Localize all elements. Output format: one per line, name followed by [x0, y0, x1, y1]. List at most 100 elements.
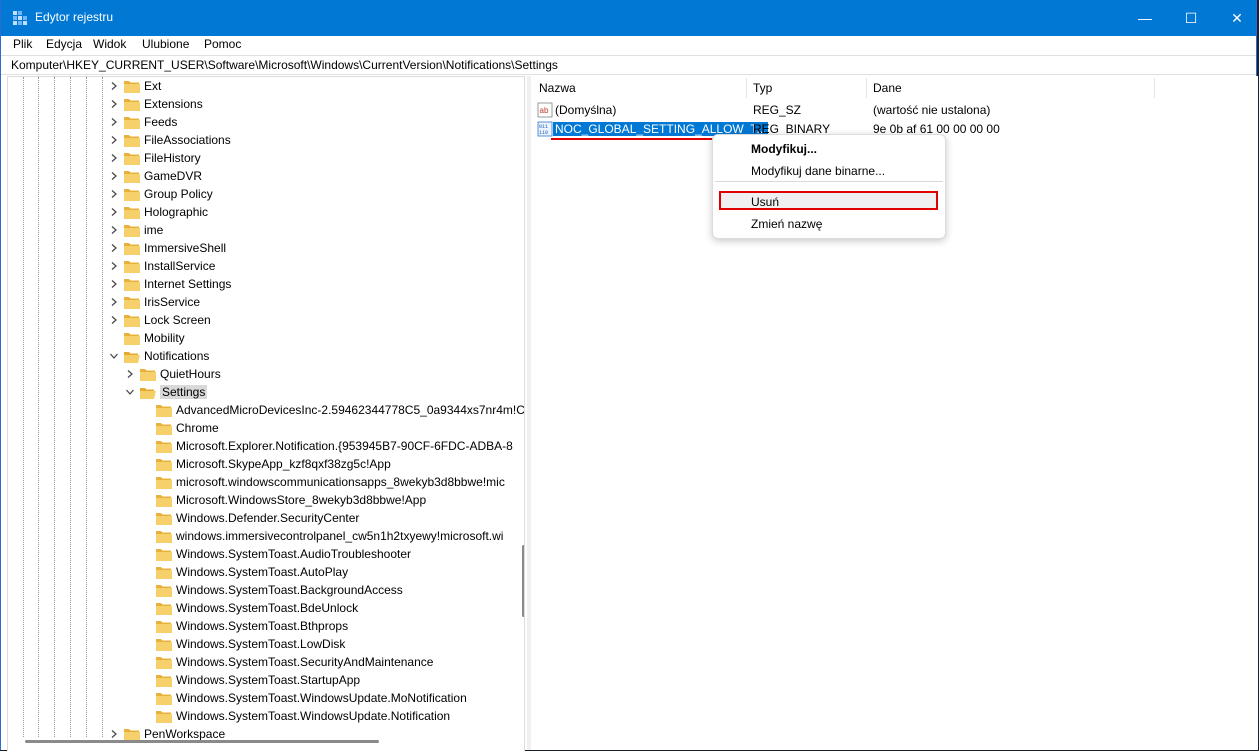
folder-icon — [156, 638, 172, 651]
tree-item[interactable]: Windows.SystemToast.AudioTroubleshooter — [140, 545, 411, 563]
value-row-default[interactable]: ab (Domyślna) REG_SZ (wartość nie ustalo… — [537, 101, 1137, 119]
column-divider[interactable] — [866, 78, 867, 98]
tree-item-label: Chrome — [176, 421, 219, 435]
tree-vertical-scrollbar[interactable] — [522, 545, 524, 617]
column-type[interactable]: Typ — [753, 81, 772, 95]
tree-item-label: Notifications — [144, 349, 210, 363]
tree-item[interactable]: Windows.SystemToast.Bthprops — [140, 617, 348, 635]
tree-item[interactable]: Lock Screen — [108, 311, 211, 329]
tree-item[interactable]: Microsoft.WindowsStore_8wekyb3d8bbwe!App — [140, 491, 426, 509]
chevron-right-icon[interactable] — [108, 242, 120, 254]
chevron-down-icon[interactable] — [124, 386, 136, 398]
tree-item[interactable]: Holographic — [108, 203, 208, 221]
tree-item[interactable]: Mobility — [108, 329, 185, 347]
chevron-right-icon[interactable] — [108, 116, 120, 128]
close-button[interactable]: ✕ — [1214, 0, 1259, 36]
chevron-right-icon[interactable] — [108, 80, 120, 92]
tree-item[interactable]: Microsoft.SkypeApp_kzf8qxf38zg5c!App — [140, 455, 391, 473]
chevron-down-icon[interactable] — [108, 350, 120, 362]
tree-item[interactable]: IrisService — [108, 293, 200, 311]
minimize-button[interactable]: — — [1122, 0, 1168, 36]
menu-view[interactable]: Widok — [93, 37, 126, 51]
menu-help[interactable]: Pomoc — [204, 37, 241, 51]
tree-item[interactable]: windows.immersivecontrolpanel_cw5n1h2txy… — [140, 527, 503, 545]
tree-guide — [70, 77, 71, 737]
tree-item[interactable]: FileAssociations — [108, 131, 231, 149]
tree-item-settings[interactable]: Settings — [124, 383, 208, 401]
tree-item[interactable]: Windows.SystemToast.WindowsUpdate.Notifi… — [140, 707, 450, 725]
tree-item[interactable]: Ext — [108, 77, 161, 95]
menu-file[interactable]: Plik — [13, 37, 32, 51]
address-bar[interactable]: Komputer\HKEY_CURRENT_USER\Software\Micr… — [1, 55, 1256, 75]
tree-item[interactable]: Windows.SystemToast.WindowsUpdate.MoNoti… — [140, 689, 467, 707]
tree-item[interactable]: Internet Settings — [108, 275, 231, 293]
tree-item[interactable]: Windows.SystemToast.LowDisk — [140, 635, 345, 653]
tree-item[interactable]: Windows.SystemToast.BdeUnlock — [140, 599, 358, 617]
column-divider[interactable] — [1154, 78, 1155, 98]
context-rename[interactable]: Zmień nazwę — [751, 217, 822, 231]
tree-item-label: Windows.SystemToast.Bthprops — [176, 619, 349, 633]
tree-item[interactable]: Windows.SystemToast.SecurityAndMaintenan… — [140, 653, 433, 671]
tree-guide — [54, 77, 55, 737]
maximize-button[interactable]: ☐ — [1168, 0, 1214, 36]
chevron-right-icon[interactable] — [108, 98, 120, 110]
folder-icon — [124, 80, 140, 93]
title-bar[interactable]: Edytor rejestru — ☐ ✕ — [1, 0, 1256, 36]
tree-item[interactable]: Chrome — [140, 419, 219, 437]
tree-item-label: ime — [144, 223, 164, 237]
tree-item[interactable]: Feeds — [108, 113, 177, 131]
menu-edit[interactable]: Edycja — [46, 37, 82, 51]
chevron-right-icon[interactable] — [108, 170, 120, 182]
context-modify[interactable]: Modyfikuj... — [751, 142, 817, 156]
svg-text:110: 110 — [539, 130, 548, 136]
chevron-right-icon[interactable] — [124, 368, 136, 380]
tree-item[interactable]: AdvancedMicroDevicesInc-2.59462344778C5_… — [140, 401, 524, 419]
chevron-right-icon[interactable] — [108, 152, 120, 164]
tree-item[interactable]: GameDVR — [108, 167, 202, 185]
tree-item[interactable]: QuietHours — [124, 365, 221, 383]
column-data[interactable]: Dane — [873, 81, 902, 95]
tree-item[interactable]: Windows.SystemToast.BackgroundAccess — [140, 581, 403, 599]
tree-item[interactable]: Microsoft.Explorer.Notification.{953945B… — [140, 437, 513, 455]
folder-icon — [156, 602, 172, 615]
chevron-right-icon[interactable] — [108, 188, 120, 200]
context-delete[interactable]: Usuń — [751, 195, 779, 209]
context-separator — [715, 181, 943, 182]
chevron-right-icon[interactable] — [108, 728, 120, 740]
window-title: Edytor rejestru — [35, 10, 114, 24]
registry-editor-window: Edytor rejestru — ☐ ✕ Plik Edycja Widok … — [0, 0, 1258, 751]
chevron-right-icon[interactable] — [108, 260, 120, 272]
tree-item[interactable]: Windows.Defender.SecurityCenter — [140, 509, 359, 527]
tree-item[interactable]: Notifications — [108, 347, 209, 365]
chevron-right-icon[interactable] — [108, 224, 120, 236]
chevron-right-icon[interactable] — [108, 296, 120, 308]
tree-item[interactable]: Windows.SystemToast.StartupApp — [140, 671, 360, 689]
chevron-right-icon[interactable] — [108, 278, 120, 290]
tree-item[interactable]: ImmersiveShell — [108, 239, 226, 257]
tree-item[interactable]: ime — [108, 221, 163, 239]
tree-item[interactable]: Windows.SystemToast.AutoPlay — [140, 563, 348, 581]
tree-item[interactable]: InstallService — [108, 257, 215, 275]
chevron-right-icon[interactable] — [108, 134, 120, 146]
tree-guide — [23, 77, 24, 737]
tree-item[interactable]: Group Policy — [108, 185, 213, 203]
tree-horizontal-scrollbar[interactable] — [25, 740, 379, 743]
tree-item-label: Windows.SystemToast.AutoPlay — [176, 565, 349, 579]
tree-item[interactable]: Extensions — [108, 95, 203, 113]
registry-editor-icon — [13, 11, 27, 25]
tree-item-label: Mobility — [144, 331, 185, 345]
registry-tree[interactable]: Ext Extensions Feeds FileAssociations FileHi… — [7, 76, 525, 751]
folder-icon — [124, 260, 140, 273]
context-modify-binary[interactable]: Modyfikuj dane binarne... — [751, 164, 885, 178]
chevron-right-icon[interactable] — [108, 314, 120, 326]
column-name[interactable]: Nazwa — [539, 81, 576, 95]
menu-favorites[interactable]: Ulubione — [142, 37, 189, 51]
folder-icon — [124, 296, 140, 309]
tree-item[interactable]: FileHistory — [108, 149, 201, 167]
tree-item[interactable]: microsoft.windowscommunicationsapps_8wek… — [140, 473, 505, 491]
column-divider[interactable] — [746, 78, 747, 98]
chevron-right-icon[interactable] — [108, 206, 120, 218]
